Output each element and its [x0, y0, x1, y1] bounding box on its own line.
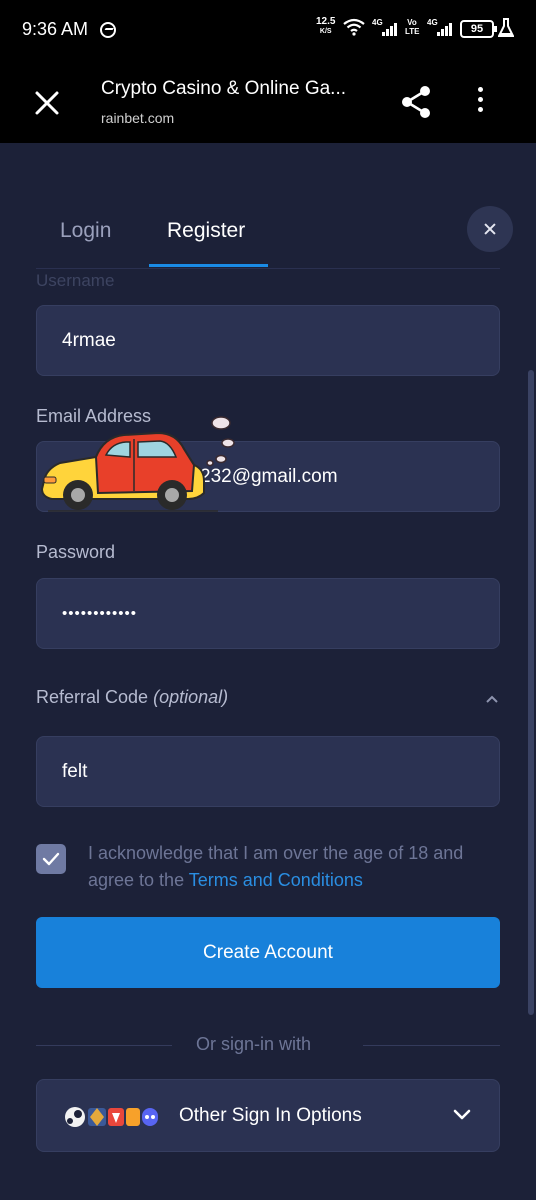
divider-right [363, 1045, 500, 1046]
signal-bars-2-icon [437, 22, 452, 36]
chevron-down-icon [453, 1109, 471, 1120]
network-speed-unit: K/S [319, 28, 332, 35]
password-input[interactable]: •••••••••••• [36, 578, 500, 649]
other-sign-in-label: Other Sign In Options [179, 1105, 362, 1126]
car-sticker-image [40, 416, 235, 512]
network-speed-value: 12.5 [316, 16, 336, 27]
page-url: rainbet.com [101, 110, 175, 126]
browser-toolbar: Crypto Casino & Online Ga... rainbet.com [0, 60, 536, 143]
page-title: Crypto Casino & Online Ga... [101, 78, 346, 99]
referral-input[interactable]: felt [36, 736, 500, 807]
age-agreement-text: I acknowledge that I am over the age of … [88, 840, 498, 894]
status-time: 9:36 AM [22, 19, 89, 39]
username-label: Username [36, 271, 115, 286]
share-icon[interactable] [400, 85, 432, 119]
wifi-icon [343, 18, 365, 36]
battery-level: 95 [470, 23, 484, 35]
age-checkbox[interactable] [36, 844, 66, 874]
tab-register[interactable]: Register [167, 219, 245, 243]
terms-link[interactable]: Terms and Conditions [189, 870, 363, 890]
more-options-icon[interactable] [478, 87, 483, 117]
close-browser-icon[interactable] [32, 88, 62, 118]
referral-label[interactable]: Referral Code (optional) [36, 687, 228, 708]
auth-tabs: Login Register [0, 143, 536, 269]
password-label: Password [36, 542, 116, 562]
or-sign-in-text: Or sign-in with [196, 1034, 312, 1054]
volte-indicator: Vo LTE [405, 18, 420, 36]
divider-left [36, 1045, 172, 1046]
referral-optional-text: (optional) [153, 687, 229, 707]
battery-icon: 95 [460, 20, 497, 38]
tab-login[interactable]: Login [60, 219, 111, 243]
referral-label-text: Referral Code [36, 687, 149, 707]
status-bar: 9:36 AM 12.5 K/S 4G Vo LTE 4G 95 [0, 0, 536, 60]
other-sign-in-options-button[interactable]: Other Sign In Options [36, 1079, 500, 1152]
checkmark-icon [42, 852, 60, 866]
chevron-up-icon[interactable] [484, 693, 500, 705]
close-modal-button[interactable] [467, 206, 513, 252]
active-tab-indicator [149, 264, 268, 267]
username-input[interactable]: 4rmae [36, 305, 500, 376]
network-speed: 12.5 K/S [316, 17, 335, 37]
flask-icon [498, 18, 514, 37]
signal-bars-1-icon [382, 22, 397, 36]
create-account-button[interactable]: Create Account [36, 917, 500, 988]
scrollbar[interactable] [528, 370, 534, 1015]
messenger-icon [100, 22, 116, 38]
tabs-divider [36, 268, 500, 269]
provider-logos-icon [65, 1107, 158, 1127]
